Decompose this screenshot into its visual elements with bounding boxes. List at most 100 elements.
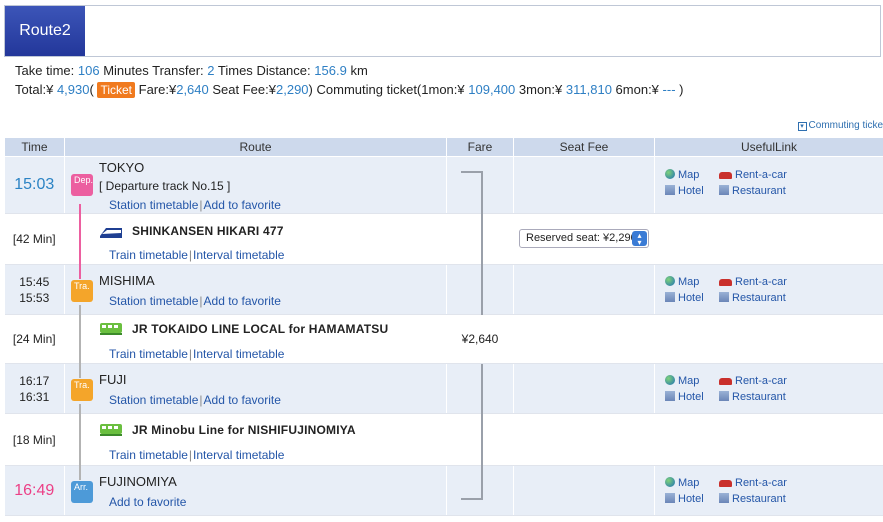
commute-close: ) <box>679 82 684 97</box>
fare-label: Fare:¥ <box>138 82 177 97</box>
fare-cell <box>446 156 514 214</box>
map-label: Map <box>678 374 700 387</box>
transfer-value: 2 <box>207 63 215 78</box>
restaurant-link[interactable]: Restaurant <box>719 185 786 197</box>
seat-cell: Reserved seat: ¥2,290 ▴ ▾ <box>513 213 655 265</box>
map-link[interactable]: Map <box>665 275 699 288</box>
interval-timetable-link[interactable]: Interval timetable <box>193 248 284 262</box>
local-train-icon <box>100 424 122 436</box>
add-to-favorite-link[interactable]: Add to favorite <box>204 393 281 407</box>
fare-bracket-line <box>481 171 483 214</box>
commute-6mon: --- <box>662 82 676 97</box>
seat-select[interactable]: Reserved seat: ¥2,290 ▴ ▾ <box>519 229 649 248</box>
hotel-link[interactable]: Hotel <box>665 390 704 403</box>
useful-cell: Map Rent-a-car Hotel Restaurant <box>654 465 883 516</box>
train-name: JR Minobu Line for NISHIFUJINOMIYA <box>132 423 356 437</box>
building-icon <box>719 185 729 195</box>
seat-cell <box>513 363 655 414</box>
route-cell: Tra. FUJI Station timetable|Add to favor… <box>64 363 447 414</box>
building-icon <box>719 390 729 401</box>
globe-icon <box>665 275 675 286</box>
rent-a-car-link[interactable]: Rent-a-car <box>719 276 787 288</box>
interval-timetable-link[interactable]: Interval timetable <box>193 347 284 361</box>
map-link[interactable]: Map <box>665 374 700 387</box>
fare-cell: ¥2,640 <box>446 314 514 364</box>
station-name: FUJINOMIYA <box>99 474 177 489</box>
train-name: JR TOKAIDO LINE LOCAL for HAMAMATSU <box>132 322 389 336</box>
building-icon <box>719 291 729 302</box>
rent-label: Rent-a-car <box>735 476 787 489</box>
rent-a-car-link[interactable]: Rent-a-car <box>719 375 787 387</box>
route-cell: SHINKANSEN HIKARI 477 Train timetable|In… <box>64 213 447 265</box>
route-header: Route2 <box>4 5 881 57</box>
fare-cell <box>446 213 514 265</box>
interval-timetable-link[interactable]: Interval timetable <box>193 448 284 462</box>
add-to-favorite-link[interactable]: Add to favorite <box>204 294 281 308</box>
car-icon <box>719 377 732 385</box>
station-timetable-link[interactable]: Station timetable <box>109 294 198 308</box>
fare-bracket-line <box>481 414 483 466</box>
rent-label: Rent-a-car <box>735 374 787 387</box>
train-timetable-link[interactable]: Train timetable <box>109 248 188 262</box>
restaurant-link[interactable]: Restaurant <box>719 492 786 505</box>
route-tab[interactable]: Route2 <box>5 6 85 56</box>
fare-value: 2,640 <box>176 82 209 97</box>
paren-open: ( <box>89 82 94 97</box>
rent-a-car-link[interactable]: Rent-a-car <box>719 477 787 489</box>
col-route: Route <box>64 137 447 157</box>
map-link[interactable]: Map <box>665 476 699 489</box>
take-time-unit: Minutes <box>103 63 149 78</box>
seat-fee-label: Seat Fee:¥ <box>212 82 276 97</box>
time-cell: [24 Min] <box>4 314 65 364</box>
hotel-link[interactable]: Hotel <box>665 185 704 197</box>
useful-cell <box>654 314 883 364</box>
departure-time: 15:03 <box>14 176 55 193</box>
distance-value: 156.9 <box>314 63 347 78</box>
take-time-label: Take time: <box>15 63 75 78</box>
rent-a-car-link[interactable]: Rent-a-car <box>719 169 787 181</box>
useful-cell <box>654 413 883 466</box>
restaurant-link[interactable]: Restaurant <box>719 291 786 304</box>
select-arrows-icon: ▴ ▾ <box>632 231 647 247</box>
transfer-label: Transfer: <box>152 63 204 78</box>
useful-cell <box>654 213 883 265</box>
restaurant-label: Restaurant <box>732 291 786 304</box>
seat-cell <box>513 156 655 214</box>
add-to-favorite-link[interactable]: Add to favorite <box>109 495 186 509</box>
train-timetable-link[interactable]: Train timetable <box>109 448 188 462</box>
time-cell: 15:45 15:53 <box>4 264 65 315</box>
route-line <box>79 364 81 378</box>
fare-bracket-top <box>461 171 481 173</box>
building-icon <box>719 492 729 503</box>
restaurant-link[interactable]: Restaurant <box>719 390 786 403</box>
col-time: Time <box>4 137 65 157</box>
time-cell: 15:03 <box>4 156 65 214</box>
segment-row-3: [18 Min] JR Minobu Line for NISHIFUJINOM… <box>4 413 883 466</box>
expand-icon: ▾ <box>797 122 807 131</box>
hotel-link[interactable]: Hotel <box>665 492 704 505</box>
departure-time: 15:53 <box>19 290 50 305</box>
useful-cell: Map Rent-a-car Hotel Restaurant <box>654 156 883 214</box>
arrival-time: 15:45 <box>19 274 50 289</box>
useful-cell: Map Rent-a-car Hotel Restaurant <box>654 363 883 414</box>
route-cell: Arr. FUJINOMIYA Add to favorite <box>64 465 447 516</box>
station-timetable-link[interactable]: Station timetable <box>109 393 198 407</box>
seat-fee-value: 2,290 <box>276 82 309 97</box>
train-timetable-link[interactable]: Train timetable <box>109 347 188 361</box>
hotel-label: Hotel <box>678 291 704 304</box>
distance-unit: km <box>350 63 368 78</box>
col-useful: UsefulLink <box>654 137 883 157</box>
hotel-link[interactable]: Hotel <box>665 291 704 304</box>
car-icon <box>719 479 732 487</box>
commuting-ticket-link[interactable]: ▾ Commuting ticke <box>797 120 883 131</box>
station-name: FUJI <box>99 372 127 387</box>
restaurant-label: Restaurant <box>732 492 786 505</box>
total-value: 4,930 <box>56 82 90 97</box>
arrival-time: 16:17 <box>19 373 50 388</box>
add-to-favorite-link[interactable]: Add to favorite <box>204 198 281 212</box>
fare-cell <box>446 363 514 414</box>
station-timetable-link[interactable]: Station timetable <box>109 198 198 212</box>
rent-label: Rent-a-car <box>735 169 787 181</box>
col-fare: Fare <box>446 137 514 157</box>
map-link[interactable]: Map <box>665 169 699 181</box>
